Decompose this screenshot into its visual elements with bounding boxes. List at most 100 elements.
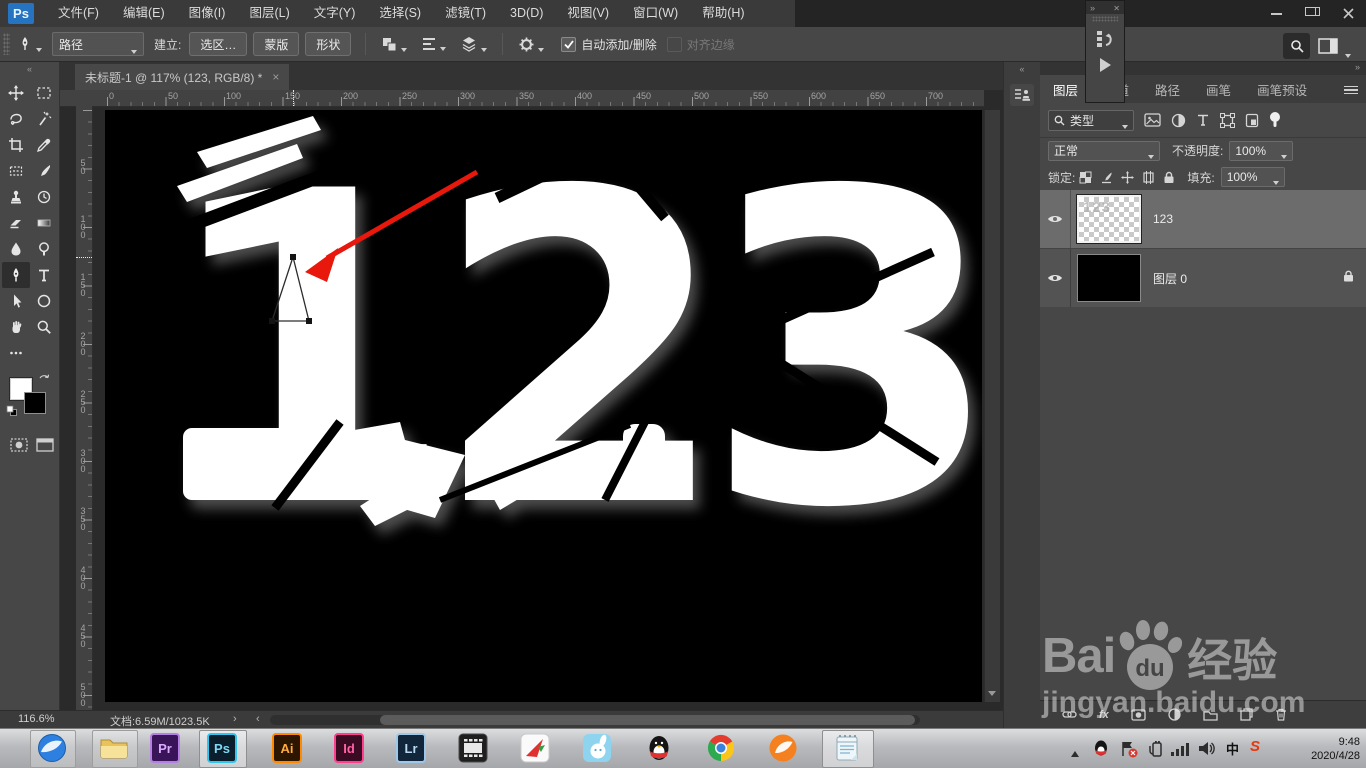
move-tool[interactable] (2, 80, 30, 106)
minimize-button[interactable] (1258, 0, 1294, 27)
layer-name[interactable]: 图层 0 (1153, 270, 1187, 287)
menu-edit[interactable]: 编辑(E) (111, 0, 177, 27)
swap-colors-icon[interactable] (38, 374, 51, 389)
layer-thumbnail[interactable]: 123 (1076, 194, 1142, 244)
zoom-level[interactable]: 116.6% (18, 713, 55, 725)
taskbar-premiere-icon[interactable]: Pr (150, 733, 180, 763)
tab-close-icon[interactable]: × (272, 70, 279, 84)
path-operations-button[interactable] (381, 36, 408, 53)
menu-type[interactable]: 文字(Y) (302, 0, 368, 27)
path-selection-tool[interactable] (2, 288, 30, 314)
screen-mode-button[interactable] (36, 438, 54, 457)
blend-mode-select[interactable]: 正常 (1048, 140, 1160, 161)
filter-adjustment-button[interactable] (1171, 113, 1186, 128)
tray-ime-indicator[interactable]: 中 (1226, 739, 1239, 768)
collapse-toolbar-icon[interactable] (0, 64, 59, 74)
layer-row-background[interactable]: 图层 0 (1040, 248, 1366, 307)
search-button[interactable] (1283, 33, 1310, 59)
layer-row-123[interactable]: 123 123 (1040, 190, 1366, 248)
filter-type-button[interactable] (1196, 113, 1210, 127)
history-panel-button[interactable] (1086, 28, 1124, 50)
default-colors-icon[interactable] (6, 404, 18, 422)
make-shape-button[interactable]: 形状 (305, 32, 352, 56)
taskbar-video-editor-icon[interactable] (458, 733, 488, 763)
tray-hidden-icons-button[interactable] (1070, 745, 1080, 768)
panel-menu-icon[interactable] (1344, 85, 1358, 104)
auto-add-delete-checkbox[interactable] (561, 36, 577, 52)
fill-select[interactable]: 100% (1220, 167, 1285, 187)
taskbar-lightroom-icon[interactable]: Lr (396, 733, 426, 763)
filter-on-toggle[interactable] (1269, 111, 1281, 129)
delete-layer-button[interactable] (1275, 708, 1287, 721)
taskbar-qq-icon[interactable] (644, 733, 674, 763)
history-brush-tool[interactable] (30, 184, 58, 210)
canvas-image[interactable]: 1 2 3 (105, 102, 1002, 702)
marquee-tool[interactable] (30, 80, 58, 106)
quick-mask-button[interactable] (10, 438, 28, 457)
opacity-select[interactable]: 100% (1229, 140, 1294, 161)
filter-smart-object-button[interactable] (1245, 113, 1259, 128)
layer-name[interactable]: 123 (1153, 212, 1173, 226)
clone-stamp-tool[interactable] (2, 184, 30, 210)
expand-icon[interactable] (1090, 3, 1095, 13)
filter-kind-select[interactable]: 类型 (1048, 109, 1134, 131)
anchor-point[interactable] (269, 318, 275, 324)
ruler-corner[interactable] (60, 90, 93, 107)
current-tool-pen-icon[interactable] (16, 35, 42, 53)
taskbar-photoshop-icon[interactable]: Ps (207, 733, 237, 763)
anchor-point[interactable] (306, 318, 312, 324)
tray-qq-icon[interactable] (1092, 739, 1110, 768)
make-mask-button[interactable]: 蒙版 (253, 32, 300, 56)
hand-tool[interactable] (2, 314, 30, 340)
restore-button[interactable] (1294, 0, 1330, 27)
menu-file[interactable]: 文件(F) (46, 0, 111, 27)
taskbar-illustrator-icon[interactable]: Ai (272, 733, 302, 763)
menu-help[interactable]: 帮助(H) (690, 0, 756, 27)
eraser-tool[interactable] (2, 210, 30, 236)
scroll-left-icon[interactable]: ‹ (256, 713, 260, 725)
taskbar-indesign-icon[interactable]: Id (334, 733, 364, 763)
tray-clock[interactable]: 9:48 2020/4/28 (1282, 735, 1360, 763)
panel-grip[interactable] (1092, 16, 1118, 22)
clone-source-panel-button[interactable] (1010, 84, 1034, 106)
zoom-tool[interactable] (30, 314, 58, 340)
taskbar-explorer-icon[interactable] (99, 733, 129, 763)
patch-tool[interactable] (2, 158, 30, 184)
tab-paths[interactable]: 路径 (1142, 75, 1193, 103)
horizontal-scrollbar-thumb[interactable] (380, 715, 915, 725)
new-group-button[interactable] (1203, 709, 1218, 721)
close-panel-icon[interactable] (1113, 3, 1120, 13)
blur-tool[interactable] (2, 236, 30, 262)
edit-toolbar-button[interactable] (2, 340, 30, 366)
horizontal-scrollbar[interactable] (270, 715, 920, 725)
taskbar-rabbit-app-icon[interactable] (582, 733, 612, 763)
lock-pixels-button[interactable] (1100, 171, 1113, 184)
eyedropper-tool[interactable] (30, 132, 58, 158)
layer-visibility-toggle[interactable] (1040, 249, 1071, 307)
taskbar-media-app-icon[interactable] (520, 733, 550, 763)
make-selection-button[interactable]: 选区… (189, 32, 248, 56)
tray-power-icon[interactable] (1146, 740, 1164, 768)
align-edges-checkbox[interactable] (666, 36, 682, 52)
menu-select[interactable]: 选择(S) (367, 0, 433, 27)
menu-window[interactable]: 窗口(W) (621, 0, 690, 27)
taskbar-browser-icon[interactable] (37, 733, 67, 763)
expand-panels-icon[interactable] (1004, 64, 1040, 74)
dodge-tool[interactable] (30, 236, 58, 262)
taskbar-notepad-icon[interactable] (832, 733, 862, 763)
brush-tool[interactable] (30, 158, 58, 184)
anchor-point[interactable] (290, 254, 296, 260)
layer-visibility-toggle[interactable] (1040, 190, 1071, 248)
layer-style-button[interactable]: fx (1099, 709, 1109, 721)
lock-position-button[interactable] (1121, 170, 1135, 184)
magic-wand-tool[interactable] (30, 106, 58, 132)
status-expand-icon[interactable]: › (233, 713, 237, 725)
menu-filter[interactable]: 滤镜(T) (433, 0, 498, 27)
path-arrangement-button[interactable] (460, 35, 488, 53)
workspace-switcher[interactable] (1318, 33, 1358, 59)
add-mask-button[interactable] (1131, 708, 1146, 721)
tray-action-center-icon[interactable] (1120, 740, 1138, 768)
layer-thumbnail[interactable] (1077, 254, 1141, 302)
adjustment-layer-button[interactable] (1168, 708, 1181, 721)
pen-options-gear-button[interactable] (518, 36, 545, 53)
